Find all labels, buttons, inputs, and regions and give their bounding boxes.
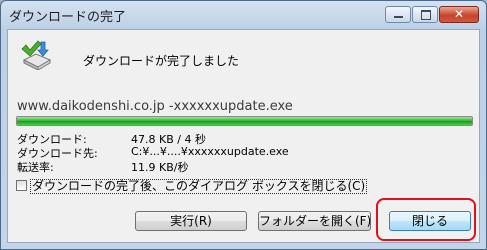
close-button[interactable]: 閉じる — [389, 211, 471, 231]
maximize-button[interactable] — [412, 6, 438, 23]
download-progress-bar — [16, 116, 473, 126]
close-on-complete-checkbox[interactable] — [16, 180, 27, 191]
minimize-button[interactable] — [385, 6, 411, 23]
title-bar[interactable]: ダウンロードの完了 ✕ — [1, 1, 486, 29]
close-icon: ✕ — [453, 7, 465, 21]
run-button[interactable]: 実行(R) — [135, 211, 247, 231]
download-progress-fill — [17, 117, 472, 125]
info-value: C:¥...¥....¥xxxxxxupdate.exe — [131, 145, 289, 158]
info-value: 11.9 KB/秒 — [131, 161, 189, 174]
window-title: ダウンロードの完了 — [9, 10, 127, 25]
maximize-icon — [421, 10, 431, 20]
minimize-icon — [394, 16, 403, 18]
completion-message: ダウンロードが完了しました — [83, 54, 240, 68]
download-complete-dialog: ダウンロードの完了 ✕ ダウンロードが完了しました www.daikodensh… — [0, 0, 487, 250]
open-folder-button[interactable]: フォルダーを開く(F) — [258, 211, 371, 231]
download-source: www.daikodenshi.co.jp -xxxxxxupdate.exe — [17, 99, 293, 114]
info-label: 転送率: — [17, 161, 54, 174]
dialog-body: ダウンロードが完了しました www.daikodenshi.co.jp -xxx… — [7, 29, 480, 243]
download-complete-icon — [21, 40, 52, 70]
window-close-button[interactable]: ✕ — [439, 6, 479, 23]
close-on-complete-label[interactable]: ダウンロードの完了後、このダイアログ ボックスを閉じる(C) — [30, 179, 368, 194]
